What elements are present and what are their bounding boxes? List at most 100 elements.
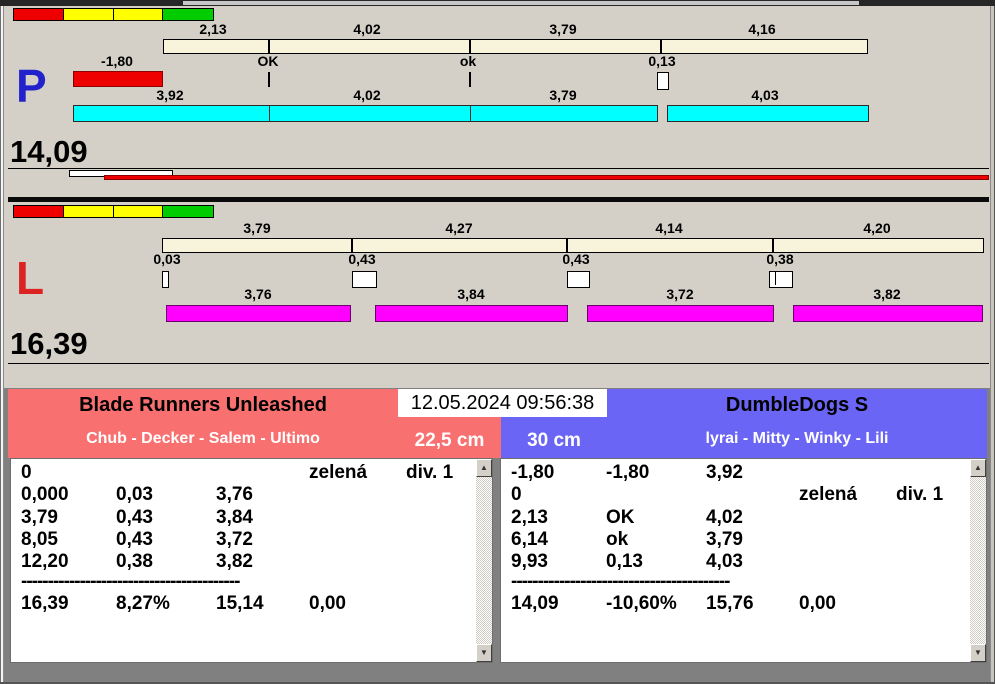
- l-dog-time-bar: [166, 305, 351, 322]
- table-cell: zelená: [799, 484, 858, 505]
- section-divider: [8, 197, 989, 202]
- scale-segment-green: [163, 9, 213, 20]
- table-cell: 4,02: [706, 507, 743, 528]
- l-exchange-label: 0,38: [766, 251, 794, 267]
- scroll-down-button[interactable]: ▼: [476, 644, 492, 662]
- table-cell: -1,80: [606, 462, 650, 483]
- scroll-up-button[interactable]: ▲: [970, 459, 986, 477]
- segment-tick: [660, 40, 662, 53]
- table-cell: 3,82: [216, 551, 253, 572]
- p-split-top-label: 2,13: [199, 21, 227, 37]
- p-dog-time-bar: [73, 105, 270, 122]
- timestamp: 12.05.2024 09:56:38: [398, 389, 607, 417]
- table-cell: 12,20: [21, 551, 69, 572]
- segment-tick: [268, 40, 270, 53]
- l-split-bottom-label: 3,84: [457, 286, 485, 302]
- table-cell: div. 1: [406, 462, 454, 483]
- p-dog-time-bar: [667, 105, 869, 122]
- table-cell: 6,14: [511, 529, 548, 550]
- l-split-top-label: 4,20: [863, 220, 891, 236]
- table-cell: 3,79: [706, 529, 743, 550]
- total-cell: 14,09: [511, 593, 559, 614]
- scale-segment-red: [14, 206, 64, 217]
- p-exchange-label: OK: [257, 53, 279, 69]
- scale-segment-red: [14, 9, 64, 20]
- table-cell: ok: [606, 529, 629, 550]
- table-cell: 2,13: [511, 507, 548, 528]
- table-cell: 3,72: [216, 529, 253, 550]
- p-split-top-label: 3,79: [549, 21, 577, 37]
- table-cell: 0: [21, 462, 32, 483]
- l-exchange-label: 0,03: [153, 251, 181, 267]
- table-cell: 0,38: [116, 551, 153, 572]
- segment-tick: [469, 40, 471, 53]
- l-dog-time-bar: [587, 305, 774, 322]
- l-split-top-label: 4,14: [655, 220, 683, 236]
- scale-segment-yellow2: [114, 9, 163, 20]
- left-jump-height: 22,5 cm: [414, 430, 485, 451]
- table-cell: div. 1: [896, 484, 944, 505]
- l-exchange-box: [162, 271, 169, 288]
- l-split-top-label: 3,79: [243, 220, 271, 236]
- left-team-table: 0 zelená div. 1 0,000 0,03 3,76 3,79 0,4…: [10, 458, 493, 663]
- l-split-top-label: 4,27: [445, 220, 473, 236]
- l-total-time: 16,39: [10, 326, 88, 361]
- total-cell: 15,14: [216, 593, 264, 614]
- left-table-scrollbar[interactable]: ▲ ▼: [476, 459, 492, 662]
- p-exchange-tick: [268, 72, 270, 87]
- scroll-down-button[interactable]: ▼: [970, 644, 986, 662]
- p-exchange-label: ok: [459, 53, 477, 69]
- table-cell: 3,84: [216, 507, 253, 528]
- total-cell: 0,00: [309, 593, 346, 614]
- table-cell: -1,80: [511, 462, 555, 483]
- total-cell: 8,27%: [116, 593, 170, 614]
- p-color-scale: [13, 8, 214, 21]
- table-cell: 9,93: [511, 551, 548, 572]
- p-exchange-box: [657, 72, 669, 90]
- l-exchange-box: [567, 271, 590, 288]
- p-split-bottom-label: 3,92: [156, 87, 184, 103]
- total-cell: 15,76: [706, 593, 754, 614]
- table-cell: OK: [606, 507, 635, 528]
- right-team-name: DumbleDogs S: [725, 394, 869, 416]
- p-exchange-tick: [469, 72, 471, 87]
- scroll-up-button[interactable]: ▲: [476, 459, 492, 477]
- scale-segment-yellow2: [114, 206, 163, 217]
- l-split-bottom-label: 3,72: [666, 286, 694, 302]
- table-cell: 0,000: [21, 484, 69, 505]
- table-cell: 0,43: [116, 507, 153, 528]
- p-dog-time-bar: [470, 105, 658, 122]
- l-split-bottom-label: 3,76: [244, 286, 272, 302]
- l-lane-label: L: [16, 252, 45, 304]
- right-table-scrollbar[interactable]: ▲ ▼: [970, 459, 986, 662]
- l-exchange-box: [352, 271, 377, 288]
- right-team-dogs: lyrai - Mitty - Winky - Lili: [705, 430, 889, 447]
- p-split-top-label: 4,02: [353, 21, 381, 37]
- left-team-name: Blade Runners Unleashed: [79, 394, 327, 416]
- l-exchange-label: 0,43: [348, 251, 376, 267]
- l-dog-time-bar: [793, 305, 983, 322]
- right-team-table: -1,80 -1,80 3,92 0 zelená div. 1 2,13 OK…: [500, 458, 987, 663]
- p-split-bottom-label: 4,03: [751, 87, 779, 103]
- main-window: 2,13 4,02 3,79 4,16 -1,80 OK ok 0,13 3,9…: [0, 0, 995, 684]
- p-progress-red-bar: [104, 175, 989, 180]
- table-cell: 8,05: [21, 529, 58, 550]
- total-cell: 0,00: [799, 593, 836, 614]
- table-cell: 0,03: [116, 484, 153, 505]
- p-early-start-bar: [73, 71, 163, 87]
- p-baseline: [8, 168, 989, 169]
- p-split-top-label: 4,16: [748, 21, 776, 37]
- total-cell: -10,60%: [606, 593, 677, 614]
- scale-segment-yellow: [64, 206, 114, 217]
- p-total-time-bar: [163, 39, 868, 54]
- window-right-border: [990, 6, 995, 684]
- table-cell: 0: [511, 484, 522, 505]
- table-separator: ----------------------------------------…: [511, 571, 730, 592]
- l-split-bottom-label: 3,82: [873, 286, 901, 302]
- table-cell: 3,92: [706, 462, 743, 483]
- p-split-bottom-label: 4,02: [353, 87, 381, 103]
- p-lane-label: P: [16, 60, 47, 112]
- scale-segment-green: [163, 206, 213, 217]
- p-exchange-label: 0,13: [648, 53, 676, 69]
- table-cell: zelená: [309, 462, 368, 483]
